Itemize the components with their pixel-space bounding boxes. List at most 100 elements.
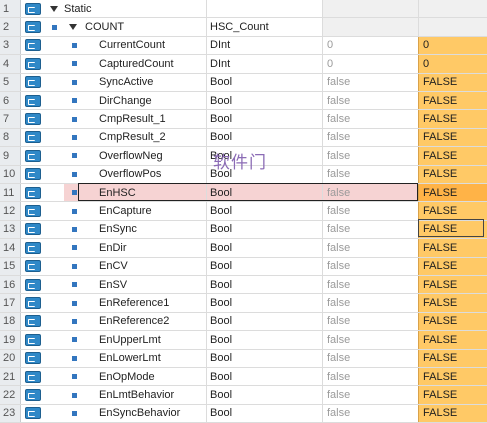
row-number[interactable]: 19 [0,331,21,349]
start-value-cell[interactable]: false [322,257,418,275]
start-value-cell[interactable]: false [322,165,418,183]
table-row[interactable]: 11 EnHSC Bool false FALSE [0,184,487,203]
monitor-value-cell[interactable]: FALSE [418,368,487,386]
monitor-value-cell[interactable]: FALSE [418,184,487,202]
monitor-value-cell[interactable]: FALSE [418,257,487,275]
table-row[interactable]: 5 SyncActive Bool false FALSE [0,73,487,92]
start-value-cell[interactable] [322,18,418,36]
row-number[interactable]: 12 [0,202,21,220]
data-type-cell[interactable]: Bool [206,239,322,257]
monitor-value-cell[interactable]: FALSE [418,73,487,91]
monitor-value-cell[interactable]: FALSE [418,165,487,183]
row-number[interactable]: 17 [0,294,21,312]
data-type-cell[interactable]: Bool [206,349,322,367]
table-row[interactable]: 18 EnReference2 Bool false FALSE [0,312,487,332]
start-value-cell[interactable]: false [322,147,418,165]
row-number[interactable]: 1 [0,0,21,18]
row-number[interactable]: 14 [0,239,21,257]
monitor-value-cell[interactable]: FALSE [418,147,487,165]
monitor-value-cell[interactable]: FALSE [418,92,487,110]
start-value-cell[interactable]: false [322,312,418,331]
monitor-value-cell[interactable]: FALSE [418,110,487,128]
start-value-cell[interactable]: false [322,368,418,386]
tag-name-cell[interactable]: EnReference2 [64,313,206,330]
tag-name-cell[interactable]: EnSyncBehavior [64,405,206,422]
data-type-cell[interactable]: Bool [206,386,322,404]
table-row[interactable]: 6 DirChange Bool false FALSE [0,92,487,111]
table-row[interactable]: 17 EnReference1 Bool false FALSE [0,294,487,313]
table-row[interactable]: 3 CurrentCount DInt 0 0 [0,36,487,56]
data-type-cell[interactable]: Bool [206,184,322,202]
data-type-cell[interactable]: Bool [206,294,322,312]
tag-name-cell[interactable]: COUNT [64,18,206,35]
data-type-cell[interactable]: HSC_Count [206,18,322,36]
data-type-cell[interactable] [206,0,322,18]
data-type-cell[interactable]: Bool [206,276,322,294]
tag-name-cell[interactable]: EnDir [64,239,206,256]
data-type-cell[interactable]: Bool [206,128,322,147]
start-value-cell[interactable]: 0 [322,36,418,55]
start-value-cell[interactable] [322,0,418,18]
collapse-triangle-icon[interactable] [44,0,64,17]
tag-name-cell[interactable]: EnSV [64,276,206,293]
tag-name-cell[interactable]: EnSync [64,221,206,238]
table-row[interactable]: 14 EnDir Bool false FALSE [0,239,487,258]
table-row[interactable]: 22 EnLmtBehavior Bool false FALSE [0,386,487,405]
data-type-cell[interactable]: Bool [206,202,322,220]
monitor-value-cell[interactable]: 0 [418,55,487,73]
tag-name-cell[interactable]: EnHSC [64,184,206,202]
start-value-cell[interactable]: false [322,110,418,128]
row-number[interactable]: 16 [0,276,21,294]
data-type-cell[interactable]: Bool [206,404,322,423]
tag-name-cell[interactable]: DirChange [64,92,206,109]
tag-name-cell[interactable]: CmpResult_1 [64,110,206,127]
row-number[interactable]: 7 [0,110,21,128]
table-row[interactable]: 12 EnCapture Bool false FALSE [0,202,487,221]
row-number[interactable]: 22 [0,386,21,404]
tag-name-cell[interactable]: OverflowNeg [64,147,206,164]
tag-name-cell[interactable]: EnCapture [64,202,206,219]
monitor-value-cell[interactable]: FALSE [418,220,487,239]
monitor-value-cell[interactable] [418,0,487,18]
table-row[interactable]: 1 Static [0,0,487,19]
data-type-cell[interactable]: Bool [206,110,322,128]
table-row[interactable]: 13 EnSync Bool false FALSE [0,220,487,240]
monitor-value-cell[interactable]: FALSE [418,349,487,367]
start-value-cell[interactable]: false [322,276,418,294]
monitor-value-cell[interactable]: FALSE [418,312,487,331]
start-value-cell[interactable]: false [322,239,418,257]
data-type-cell[interactable]: Bool [206,257,322,275]
table-row[interactable]: 8 CmpResult_2 Bool false FALSE [0,128,487,148]
table-row[interactable]: 7 CmpResult_1 Bool false FALSE [0,110,487,129]
monitor-value-cell[interactable]: 0 [418,36,487,55]
row-number[interactable]: 13 [0,220,21,239]
start-value-cell[interactable]: false [322,386,418,404]
table-row[interactable]: 20 EnLowerLmt Bool false FALSE [0,349,487,368]
monitor-value-cell[interactable]: FALSE [418,404,487,423]
row-number[interactable]: 2 [0,18,21,36]
monitor-value-cell[interactable] [418,18,487,36]
monitor-value-cell[interactable]: FALSE [418,276,487,294]
start-value-cell[interactable]: false [322,220,418,239]
data-type-cell[interactable]: Bool [206,312,322,331]
data-type-cell[interactable]: Bool [206,368,322,386]
tag-name-cell[interactable]: EnOpMode [64,368,206,385]
data-type-cell[interactable]: Bool [206,331,322,349]
start-value-cell[interactable]: 0 [322,55,418,73]
tag-name-cell[interactable]: OverflowPos [64,166,206,183]
row-number[interactable]: 9 [0,147,21,165]
row-number[interactable]: 10 [0,165,21,183]
row-number[interactable]: 23 [0,404,21,423]
table-row[interactable]: 19 EnUpperLmt Bool false FALSE [0,331,487,350]
start-value-cell[interactable]: false [322,202,418,220]
row-number[interactable]: 6 [0,92,21,110]
tag-name-cell[interactable]: EnCV [64,258,206,275]
table-row[interactable]: 21 EnOpMode Bool false FALSE [0,368,487,387]
data-type-cell[interactable]: DInt [206,36,322,55]
row-number[interactable]: 15 [0,257,21,275]
table-row[interactable]: 15 EnCV Bool false FALSE [0,257,487,276]
row-number[interactable]: 5 [0,73,21,91]
data-type-cell[interactable]: Bool [206,73,322,91]
collapse-triangle-icon[interactable] [69,24,77,31]
row-number[interactable]: 18 [0,312,21,331]
